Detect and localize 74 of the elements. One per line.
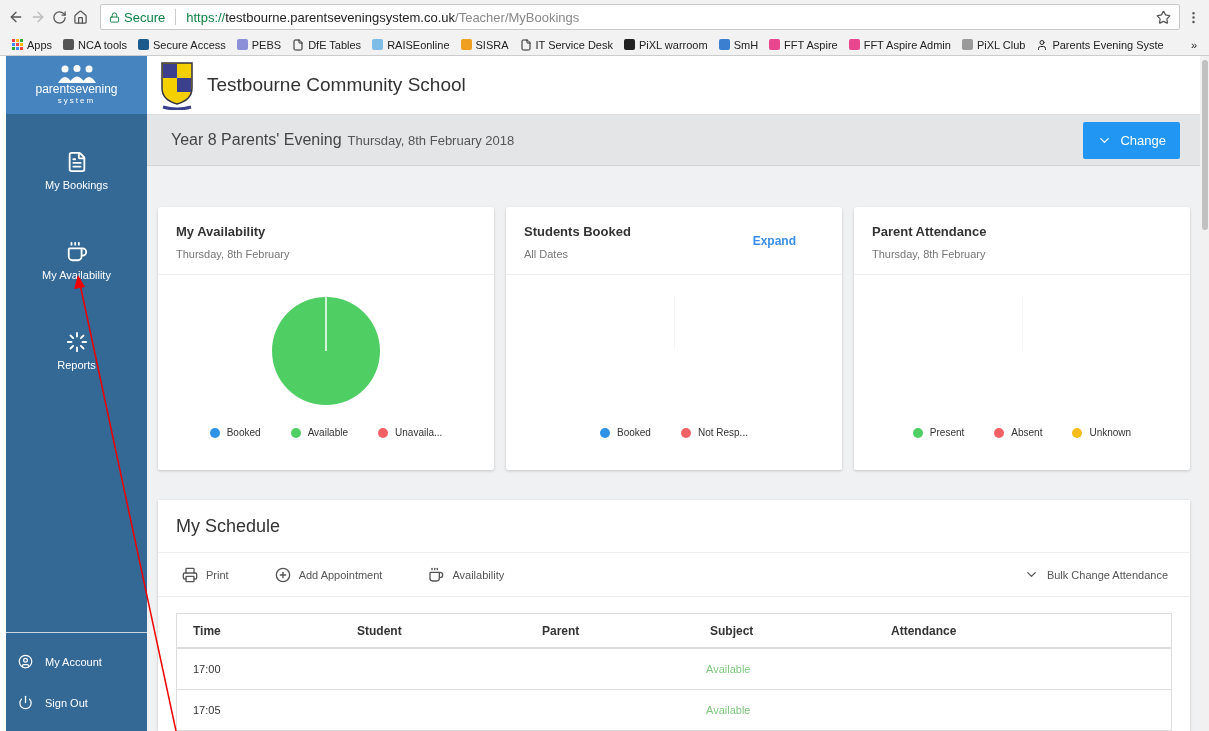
column-header: Attendance <box>890 623 958 638</box>
secure-label: Secure <box>124 9 166 25</box>
power-icon <box>18 695 33 710</box>
bookmark-link[interactable]: SISRA <box>460 38 509 51</box>
card-subtitle: Thursday, 8th February <box>176 248 290 260</box>
column-header: Student <box>356 623 403 638</box>
page-icon <box>292 38 305 51</box>
bookmark-link[interactable]: RAISEonline <box>372 38 450 51</box>
legend-item[interactable]: Absent <box>994 427 1043 438</box>
sidebar-item[interactable]: Reports <box>6 318 147 384</box>
bookmark-link[interactable]: NCA tools <box>63 38 127 51</box>
schedule-title: My Schedule <box>176 515 281 537</box>
legend-item[interactable]: Unavaila... <box>378 427 443 438</box>
url-text: https://testbourne.parentseveningsystem.co.uk/Teacher/MyBookings <box>186 9 580 25</box>
cup-icon <box>65 241 88 263</box>
legend-item[interactable]: Booked <box>209 427 261 438</box>
time-cell-text: 17:05 <box>192 704 222 716</box>
sidebar-item[interactable]: My Bookings <box>6 138 147 204</box>
person-icon <box>1036 38 1049 51</box>
legend-item[interactable]: Unknown <box>1072 427 1132 438</box>
lock-icon <box>109 11 120 23</box>
card-subtitle: Thursday, 8th February <box>872 248 987 260</box>
legend-item[interactable]: Available <box>290 427 349 438</box>
toolbar-button[interactable]: Print <box>182 566 229 583</box>
bookmark-link[interactable]: FFT Aspire Admin <box>848 38 951 51</box>
legend-item[interactable]: Not Resp... <box>680 427 748 438</box>
bookmark-link[interactable]: Parents Evening Syste <box>1036 38 1164 51</box>
reports-icon <box>65 331 88 353</box>
page-icon <box>519 38 532 51</box>
cup-icon <box>428 566 445 583</box>
legend-item[interactable]: Booked <box>600 427 651 438</box>
event-title: Year 8 Parents' Evening <box>171 131 342 149</box>
sidebar-footer-item[interactable]: Sign Out <box>6 682 147 723</box>
event-date: Thursday, 8th February 2018 <box>347 132 515 148</box>
card-title: Parent Attendance <box>872 224 987 239</box>
bookmark-star-icon[interactable] <box>1156 9 1171 25</box>
logo: parentsevening system <box>6 56 147 114</box>
card-subtitle: All Dates <box>524 248 570 260</box>
subject-cell-text: Available <box>705 704 752 716</box>
sidebar-footer-item[interactable]: My Account <box>6 641 147 682</box>
column-header: Parent <box>541 623 581 638</box>
time-cell-text: 17:00 <box>192 663 222 675</box>
home-icon[interactable] <box>73 9 88 25</box>
card-title: Students Booked <box>524 224 631 239</box>
card-title: My Availability <box>176 224 267 239</box>
reload-icon[interactable] <box>52 9 67 25</box>
bookmark-link[interactable]: SmH <box>718 38 759 51</box>
bookmark-link[interactable]: Secure Access <box>138 38 226 51</box>
back-icon[interactable] <box>8 9 24 25</box>
bookmark-link[interactable]: DfE Tables <box>292 38 362 51</box>
bookmark-link[interactable]: Apps <box>12 38 53 51</box>
people-icon <box>56 65 97 83</box>
bookmark-link[interactable]: PiXL warroom <box>623 38 708 51</box>
account-icon <box>18 654 33 669</box>
scrollbar-thumb[interactable] <box>1201 60 1208 230</box>
bulk-change-button[interactable]: Bulk Change Attendance <box>1023 567 1168 582</box>
bookmark-link[interactable]: PEBS <box>236 38 282 51</box>
school-name: Testbourne Community School <box>207 74 466 96</box>
address-bar[interactable]: Secure https://testbourne.parentseveningsystem.co.uk/Teacher/MyBookings <box>100 4 1180 30</box>
column-header: Time <box>192 623 222 638</box>
bookmark-link[interactable]: PiXL Club <box>961 38 1026 51</box>
sidebar-item[interactable]: My Availability <box>6 228 147 294</box>
printer-icon <box>182 566 198 583</box>
overflow-chevron[interactable]: » <box>1190 38 1197 51</box>
school-crest-icon <box>159 60 195 110</box>
toolbar-button[interactable]: Add Appointment <box>274 566 383 583</box>
legend-item[interactable]: Present <box>912 427 965 438</box>
subject-cell-text: Available <box>705 663 752 675</box>
add-circle-icon <box>274 566 291 583</box>
column-header: Subject <box>709 623 755 638</box>
bookmark-link[interactable]: IT Service Desk <box>519 38 613 51</box>
apps-grid-icon <box>12 39 23 50</box>
toolbar-button[interactable]: Availability <box>428 566 505 583</box>
bookmark-link[interactable]: FFT Aspire <box>769 38 838 51</box>
